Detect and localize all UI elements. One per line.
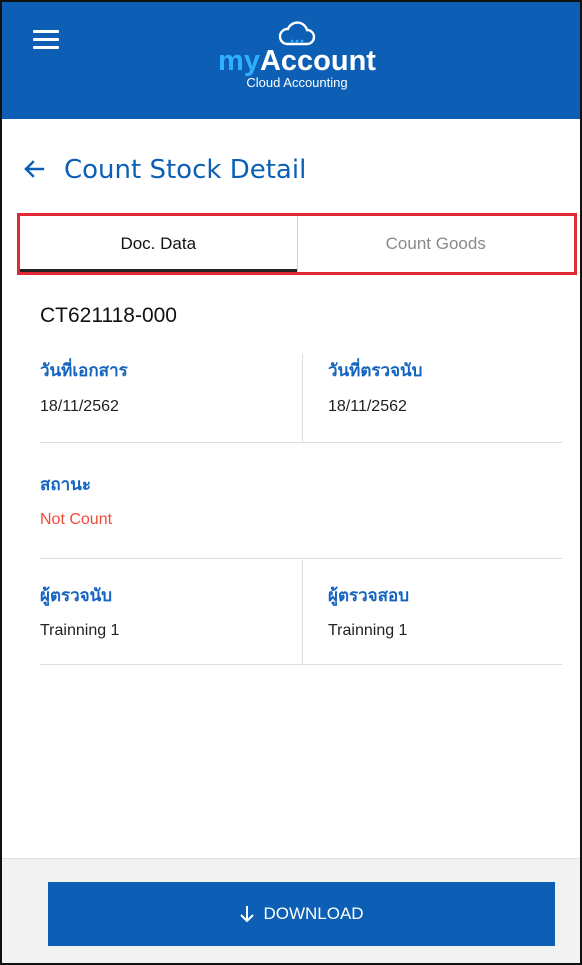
tab-count-goods[interactable]: Count Goods (296, 216, 575, 272)
row-divider (40, 664, 562, 665)
column-divider (302, 354, 303, 442)
logo-subtitle: Cloud Accounting (246, 75, 348, 90)
doc-date-value: 18/11/2562 (40, 398, 119, 415)
count-date-value: 18/11/2562 (328, 398, 407, 415)
logo-my: my (218, 45, 260, 77)
count-date-label: วันที่ตรวจนับ (328, 361, 423, 381)
status-value: Not Count (40, 511, 113, 528)
status-label: สถานะ (40, 475, 91, 495)
download-label: DOWNLOAD (263, 904, 364, 923)
inspector-value: Trainning 1 (328, 622, 408, 639)
counter-label: ผู้ตรวจนับ (40, 586, 113, 606)
page-title: Count Stock Detail (64, 155, 307, 185)
arrow-down-icon (240, 906, 255, 923)
tab-bar: Doc. Data Count Goods (17, 213, 577, 275)
app-header: myAccount Cloud Accounting (2, 2, 580, 119)
logo-account: Account (259, 45, 376, 77)
row-divider (40, 558, 562, 559)
arrow-left-icon[interactable] (22, 157, 46, 181)
doc-date-label: วันที่เอกสาร (40, 361, 128, 381)
menu-icon-bar (33, 30, 59, 33)
menu-icon-bar (33, 46, 59, 49)
tab-doc-data[interactable]: Doc. Data (20, 216, 297, 272)
title-bar: Count Stock Detail (2, 119, 580, 212)
app-frame: myAccount Cloud Accounting Count Stock D… (0, 0, 582, 965)
app-logo: myAccount Cloud Accounting (187, 20, 407, 90)
menu-icon[interactable] (33, 30, 59, 50)
row-divider (40, 442, 562, 443)
menu-icon-bar (33, 38, 59, 41)
counter-value: Trainning 1 (40, 622, 120, 639)
column-divider (302, 560, 303, 664)
document-number: CT621118-000 (40, 304, 177, 327)
inspector-label: ผู้ตรวจสอบ (328, 586, 410, 606)
download-button[interactable]: DOWNLOAD (48, 882, 555, 946)
cloud-icon (278, 21, 316, 46)
logo-title: myAccount (187, 46, 407, 76)
